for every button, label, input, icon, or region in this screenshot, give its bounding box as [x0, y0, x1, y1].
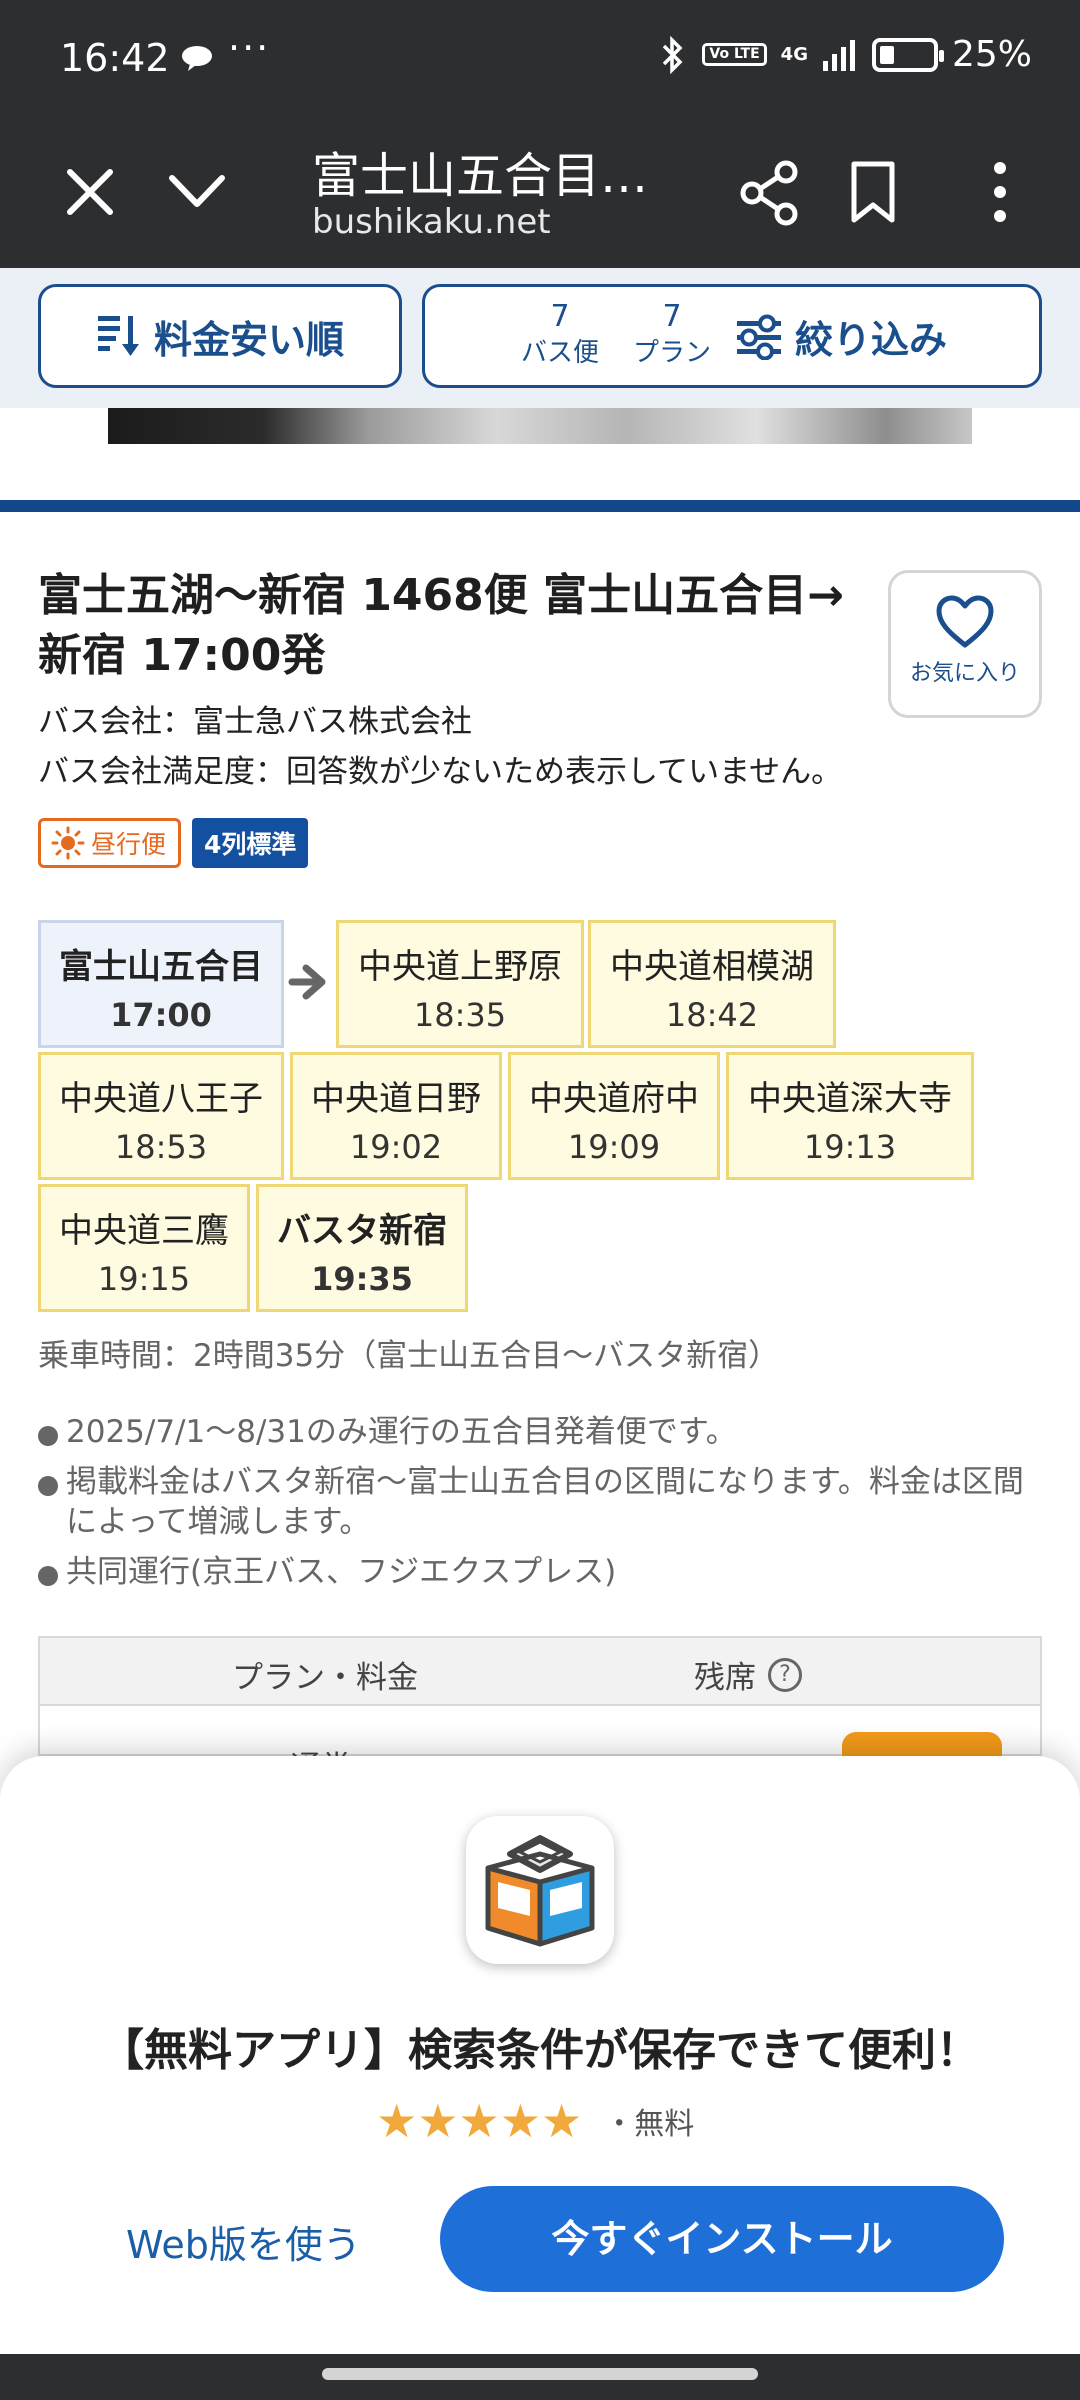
help-icon[interactable]: ?	[768, 1657, 802, 1692]
filter-label: 絞り込み	[795, 318, 948, 362]
section-divider	[0, 500, 1080, 512]
share-icon[interactable]	[738, 160, 802, 226]
page-title: 富士山五合目…	[312, 148, 649, 204]
system-nav-bar	[0, 2354, 1080, 2400]
ad-banner-image[interactable]	[108, 408, 972, 444]
status-bar: 16:42 ··· Vo LTE 4G 25%	[0, 0, 1080, 118]
arrow-right-icon	[288, 964, 326, 1000]
seats-column-header: 残席 ?	[694, 1652, 802, 1697]
stop-item: 中央道八王子 18:53	[38, 1052, 284, 1180]
chat-bubble-icon	[182, 46, 212, 71]
plan-table-header: プラン・料金 残席 ?	[40, 1638, 1040, 1706]
stop-item: 中央道上野原 18:35	[336, 920, 584, 1048]
stop-item: 中央道三鷹 19:15	[38, 1184, 250, 1312]
use-web-link[interactable]: Web版を使う	[126, 2214, 361, 2269]
bus-count: 7 バス便	[521, 299, 600, 368]
install-button[interactable]: 今すぐインストール	[440, 2186, 1004, 2292]
page-url[interactable]: bushikaku.net	[312, 202, 551, 242]
notification-more-icon: ···	[228, 26, 271, 70]
route-title: 富士五湖〜新宿 1468便 富士山五合目→新宿 17:00発	[38, 570, 844, 681]
bluetooth-icon	[663, 35, 683, 74]
bookmark-icon[interactable]	[848, 160, 898, 224]
chevron-down-icon[interactable]	[166, 168, 228, 214]
stop-item: 中央道日野 19:02	[290, 1052, 502, 1180]
app-icon	[466, 1816, 614, 1964]
app-promo-title: 【無料アプリ】検索条件が保存できて便利！	[100, 2025, 980, 2076]
favorite-button[interactable]: お気に入り	[888, 570, 1042, 718]
app-rating: ★★★★★ ・無料	[376, 2098, 694, 2144]
plan-column-header: プラン・料金	[232, 1660, 418, 1696]
gesture-handle[interactable]	[322, 2368, 758, 2380]
daytime-badge: 昼行便	[38, 818, 182, 868]
volte-icon: Vo LTE	[702, 43, 767, 66]
signal-icon	[822, 39, 855, 71]
filter-label-group: 絞り込み	[735, 309, 947, 364]
bus-app-logo-icon	[485, 1835, 595, 1947]
stop-item: 中央道府中 19:09	[508, 1052, 720, 1180]
status-time: 16:42	[60, 36, 170, 80]
sort-filter-bar: 料金安い順 7 バス便 7 プラン 絞り込み	[0, 268, 1080, 408]
note-item: 2025/7/1〜8/31のみ運行の五合目発着便です。	[36, 1412, 1046, 1452]
close-icon[interactable]	[60, 162, 120, 222]
note-item: 掲載料金はバスタ新宿〜富士山五合目の区間になります。料金は区間によって増減します…	[36, 1462, 1046, 1542]
note-item: 共同運行(京王バス、フジエクスプレス)	[36, 1552, 1046, 1592]
bus-company: バス会社：富士急バス株式会社	[38, 704, 472, 740]
route-notes: 2025/7/1〜8/31のみ運行の五合目発着便です。 掲載料金はバスタ新宿〜富…	[36, 1412, 1046, 1602]
heart-icon	[936, 595, 994, 648]
sort-label: 料金安い順	[153, 317, 344, 362]
plan-count: 7 プラン	[633, 299, 712, 368]
ride-duration: 乗車時間：2時間35分（富士山五合目〜バスタ新宿）	[38, 1338, 780, 1374]
sun-icon	[51, 826, 85, 860]
battery-icon	[871, 37, 944, 72]
filter-button[interactable]: 7 バス便 7 プラン 絞り込み	[422, 284, 1042, 388]
filter-sliders-icon	[737, 314, 781, 360]
stop-item: 中央道相模湖 18:42	[588, 920, 836, 1048]
more-vert-icon[interactable]	[988, 160, 1012, 224]
stop-origin: 富士山五合目 17:00	[38, 920, 284, 1048]
seat-type-badge: 4列標準	[192, 818, 309, 868]
favorite-label: お気に入り	[909, 661, 1020, 686]
status-icons: Vo LTE 4G 25%	[658, 34, 1032, 75]
battery-percent: 25%	[951, 34, 1032, 75]
app-install-sheet: 【無料アプリ】検索条件が保存できて便利！ ★★★★★ ・無料 Web版を使う 今…	[0, 1756, 1080, 2354]
company-satisfaction: バス会社満足度：回答数が少ないため表示していません。	[38, 754, 843, 790]
stop-item: 中央道深大寺 19:13	[726, 1052, 974, 1180]
sort-button[interactable]: 料金安い順	[38, 284, 402, 388]
sort-icon	[97, 316, 139, 356]
network-type: 4G	[780, 43, 808, 65]
app-price: ・無料	[604, 2107, 695, 2142]
rating-stars: ★★★★★	[376, 2094, 583, 2148]
stop-destination: バスタ新宿 19:35	[256, 1184, 468, 1312]
browser-toolbar: 富士山五合目… bushikaku.net	[0, 118, 1080, 268]
